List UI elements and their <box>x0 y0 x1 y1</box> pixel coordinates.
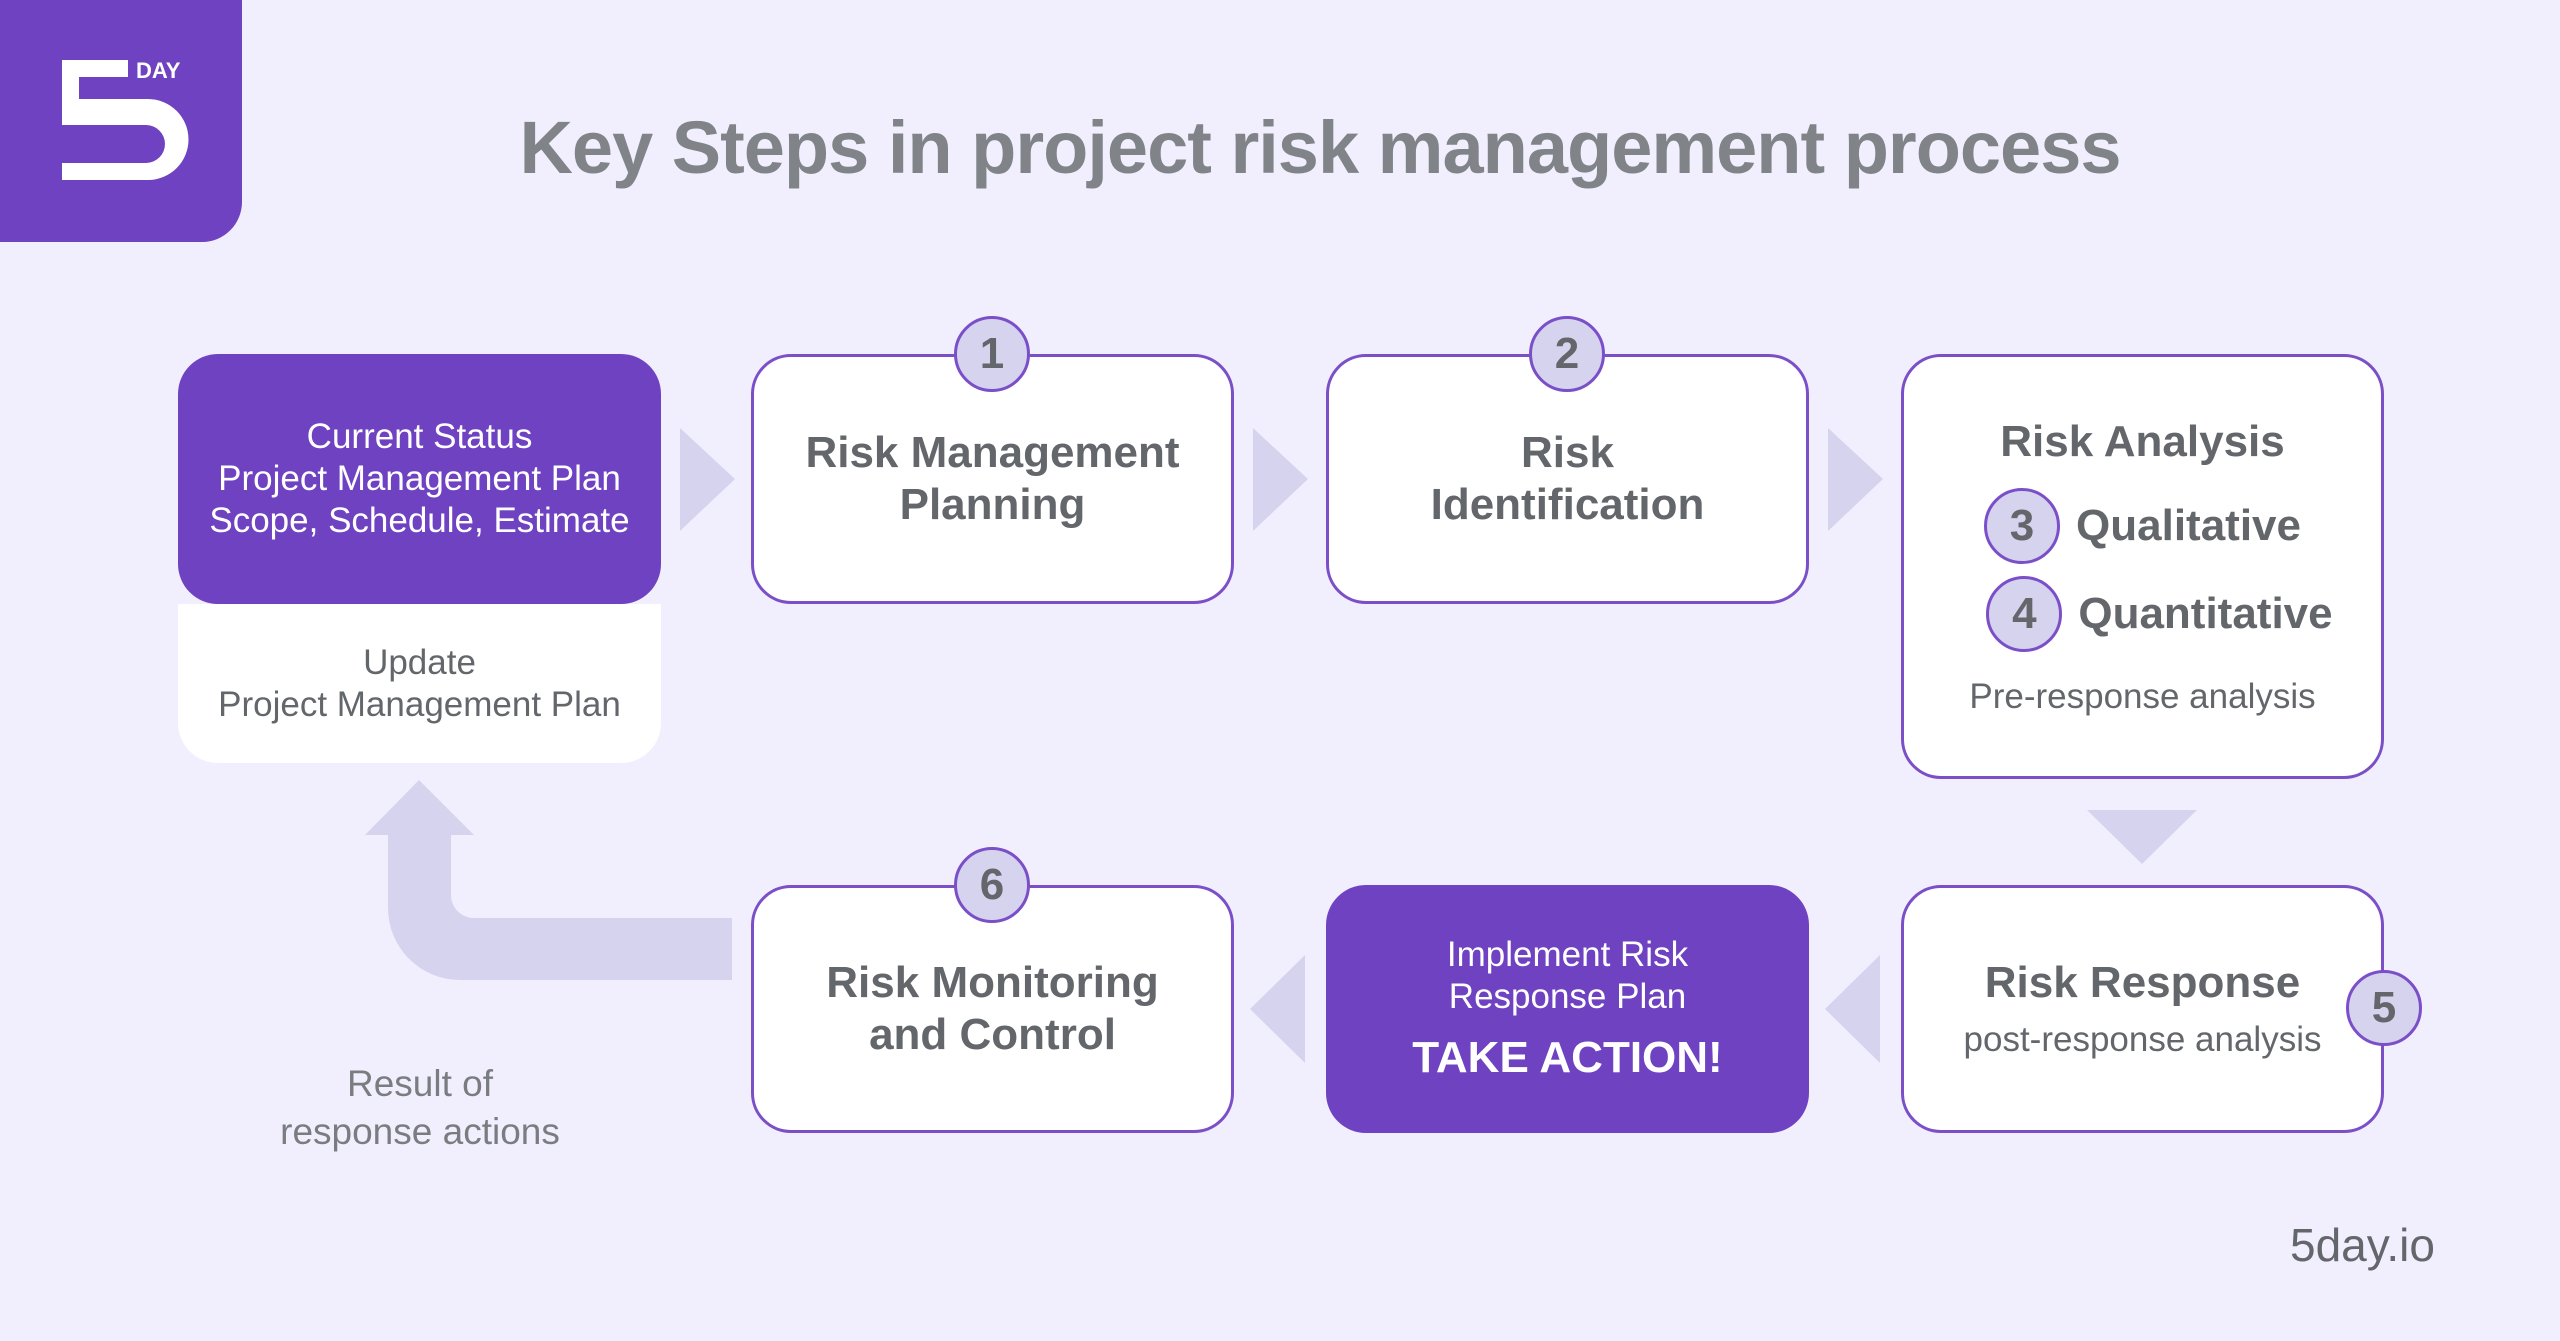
arrow-left-icon <box>1250 955 1305 1063</box>
update-plan-box: Update Project Management Plan <box>178 604 661 763</box>
loop-label-line: Result of <box>346 1063 493 1104</box>
step-risk-response: Risk Response post-response analysis <box>1901 885 2384 1133</box>
arrow-right-icon <box>680 428 735 531</box>
implement-line: Response Plan <box>1448 977 1687 1016</box>
step-badge-6: 6 <box>954 847 1030 923</box>
step-title: Risk Response <box>1984 958 2301 1007</box>
step-risk-analysis: Risk Analysis 3 Qualitative 4 Quantitati… <box>1901 354 2384 779</box>
loop-label-line: response actions <box>280 1111 560 1152</box>
step-badge-5: 5 <box>2346 970 2422 1046</box>
loop-label: Result of response actions <box>230 1060 610 1156</box>
implement-response-plan-box: Implement Risk Response Plan TAKE ACTION… <box>1326 885 1809 1133</box>
current-status-box: Current Status Project Management Plan S… <box>178 354 661 604</box>
arrow-down-icon <box>2087 810 2197 864</box>
arrow-left-icon <box>1825 955 1880 1063</box>
step-badge-3: 3 <box>1984 487 2061 564</box>
current-status-line: Scope, Schedule, Estimate <box>209 501 630 540</box>
implement-line: Implement Risk <box>1446 935 1689 974</box>
current-status-line: Current Status <box>306 417 533 456</box>
step-badge-4: 4 <box>1986 575 2063 652</box>
update-plan-line: Project Management Plan <box>218 684 621 724</box>
arrow-right-icon <box>1253 428 1308 531</box>
step-badge-2: 2 <box>1529 316 1605 392</box>
loop-back-arrow-icon <box>365 780 732 980</box>
footer-site-link[interactable]: 5day.io <box>2290 1218 2435 1272</box>
step-title: and Control <box>869 1010 1116 1059</box>
arrow-right-icon <box>1828 428 1883 531</box>
step-title: Identification <box>1430 480 1705 529</box>
analysis-item-label: Qualitative <box>2076 500 2301 550</box>
response-note: post-response analysis <box>1963 1020 2322 1059</box>
analysis-item-label: Quantitative <box>2078 588 2333 638</box>
update-plan-line: Update <box>363 642 476 682</box>
step-badge-1: 1 <box>954 316 1030 392</box>
analysis-item-qualitative: 3 Qualitative <box>1984 487 2301 564</box>
step-title: Planning <box>899 480 1086 529</box>
analysis-note: Pre-response analysis <box>1969 676 2316 716</box>
take-action-label: TAKE ACTION! <box>1412 1033 1723 1082</box>
step-title: Risk Monitoring <box>826 958 1159 1007</box>
step-title: Risk Management <box>805 428 1180 477</box>
step-title: Risk <box>1521 428 1614 477</box>
current-status-line: Project Management Plan <box>218 459 621 498</box>
analysis-item-quantitative: 4 Quantitative <box>1986 575 2333 652</box>
step-title: Risk Analysis <box>2000 416 2285 466</box>
